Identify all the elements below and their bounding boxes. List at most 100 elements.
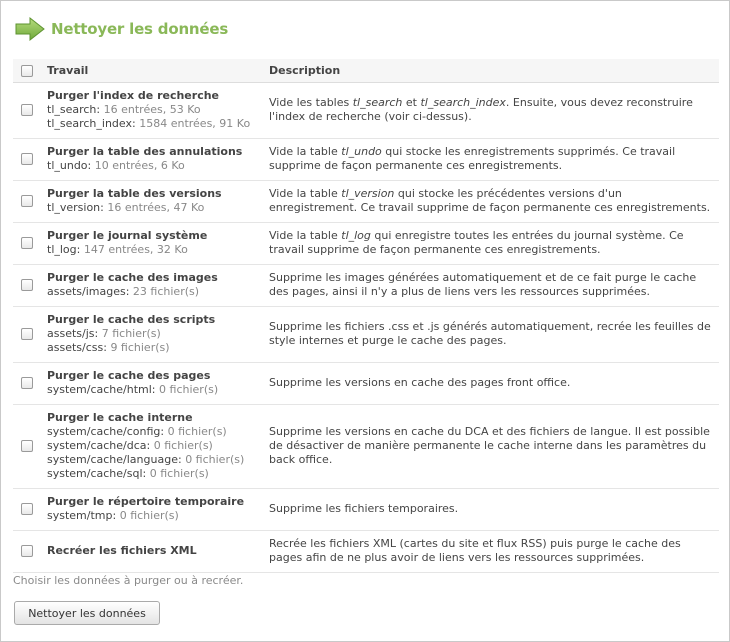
- job-stat-value: 0 fichier(s): [185, 453, 245, 466]
- description-text: Supprime les fichiers temporaires.: [269, 502, 459, 515]
- description-text: Vide la table: [269, 187, 342, 200]
- job-checkbox[interactable]: [21, 237, 33, 249]
- job-name: Purger le cache des pages: [47, 369, 211, 382]
- page-title: Nettoyer les données: [51, 20, 229, 38]
- table-row: Purger la table des annulations tl_undo: …: [13, 138, 719, 181]
- job-stat-line: system/cache/dca: 0 fichier(s): [47, 439, 257, 453]
- job-name: Recréer les fichiers XML: [47, 544, 197, 557]
- job-stat-line: assets/css: 9 fichier(s): [47, 341, 257, 355]
- table-row: Purger le cache des pages system/cache/ht…: [13, 362, 719, 405]
- job-stat-value: 16 entrées, 53 Ko: [103, 103, 201, 116]
- job-stat-line: system/cache/html: 0 fichier(s): [47, 383, 257, 397]
- job-cell: Purger le cache interne system/cache/conf…: [41, 404, 263, 489]
- job-stat-line: system/cache/config: 0 fichier(s): [47, 425, 257, 439]
- job-checkbox[interactable]: [21, 377, 33, 389]
- job-checkbox[interactable]: [21, 153, 33, 165]
- job-stat-value: 147 entrées, 32 Ko: [83, 243, 188, 256]
- table-header-row: Travail Description: [13, 59, 719, 83]
- job-cell: Purger l'index de recherche tl_search: 16…: [41, 82, 263, 139]
- job-stat-key: tl_undo:: [47, 159, 92, 172]
- job-description: Vide la table tl_version qui stocke les …: [263, 180, 719, 223]
- job-checkbox[interactable]: [21, 104, 33, 116]
- job-stat-line: system/cache/sql: 0 fichier(s): [47, 467, 257, 481]
- row-checkbox-cell: [13, 404, 41, 489]
- job-checkbox[interactable]: [21, 440, 33, 452]
- job-description: Vide la table tl_log qui enregistre tout…: [263, 222, 719, 265]
- job-name: Purger le cache des scripts: [47, 313, 216, 326]
- job-checkbox[interactable]: [21, 195, 33, 207]
- job-cell: Purger la table des versions tl_version: …: [41, 180, 263, 223]
- row-checkbox-cell: [13, 138, 41, 181]
- table-name-ref: tl_version: [341, 187, 395, 200]
- description-text: Recrée les fichiers XML (cartes du site …: [269, 537, 681, 564]
- job-stat-line: system/tmp: 0 fichier(s): [47, 509, 257, 523]
- job-stat-line: tl_undo: 10 entrées, 6 Ko: [47, 159, 257, 173]
- job-name: Purger l'index de recherche: [47, 89, 220, 102]
- row-checkbox-cell: [13, 180, 41, 223]
- job-cell: Purger le répertoire temporaire system/tm…: [41, 488, 263, 531]
- table-row: Purger la table des versions tl_version: …: [13, 180, 719, 223]
- description-text: et: [402, 96, 421, 109]
- job-description: Vide les tables tl_search et tl_search_i…: [263, 82, 719, 139]
- select-all-checkbox[interactable]: [21, 64, 33, 77]
- job-stat-line: assets/js: 7 fichier(s): [47, 327, 257, 341]
- job-name: Purger le répertoire temporaire: [47, 495, 245, 508]
- job-stat-key: system/cache/language:: [47, 453, 182, 466]
- job-checkbox[interactable]: [21, 279, 33, 291]
- row-checkbox-cell: [13, 488, 41, 531]
- description-text: Supprime les versions en cache des pages…: [269, 376, 571, 389]
- job-stat-value: 0 fichier(s): [153, 439, 213, 452]
- maintenance-panel: Nettoyer les données Travail Description…: [0, 0, 730, 642]
- job-description: Supprime les versions en cache des pages…: [263, 362, 719, 405]
- job-stat-value: 0 fichier(s): [159, 383, 219, 396]
- table-name-ref: tl_log: [341, 229, 371, 242]
- job-stat-value: 0 fichier(s): [119, 509, 179, 522]
- job-stat-key: tl_search_index:: [47, 117, 136, 130]
- row-checkbox-cell: [13, 306, 41, 363]
- job-name: Purger la table des versions: [47, 187, 222, 200]
- table-row: Purger le cache interne system/cache/conf…: [13, 404, 719, 489]
- table-row: Recréer les fichiers XML Recrée les fichi…: [13, 530, 719, 573]
- job-cell: Purger le cache des scripts assets/js: 7 …: [41, 306, 263, 363]
- panel-header: Nettoyer les données: [15, 15, 228, 43]
- job-stat-key: system/cache/dca:: [47, 439, 151, 452]
- job-description: Supprime les images générées automatique…: [263, 264, 719, 307]
- description-text: Vide la table: [269, 145, 342, 158]
- job-stat-value: 7 fichier(s): [101, 327, 161, 340]
- job-cell: Purger le journal système tl_log: 147 ent…: [41, 222, 263, 265]
- job-cell: Recréer les fichiers XML: [41, 530, 263, 573]
- jobs-table: Travail Description Purger l'index de re…: [13, 59, 719, 573]
- job-stat-key: system/cache/html:: [47, 383, 156, 396]
- job-name: Purger la table des annulations: [47, 145, 243, 158]
- clean-data-button[interactable]: Nettoyer les données: [14, 601, 160, 625]
- job-column-header: Travail: [41, 59, 263, 83]
- row-checkbox-cell: [13, 82, 41, 139]
- job-stat-key: tl_search:: [47, 103, 101, 116]
- job-stat-key: assets/images:: [47, 285, 130, 298]
- table-name-ref: tl_undo: [341, 145, 382, 158]
- job-stat-line: tl_log: 147 entrées, 32 Ko: [47, 243, 257, 257]
- job-name: Purger le cache interne: [47, 411, 193, 424]
- description-column-header: Description: [263, 59, 719, 83]
- job-description: Supprime les fichiers temporaires.: [263, 488, 719, 531]
- table-row: Purger le répertoire temporaire system/tm…: [13, 488, 719, 531]
- job-stat-line: tl_search_index: 1584 entrées, 91 Ko: [47, 117, 257, 131]
- job-checkbox[interactable]: [21, 545, 33, 557]
- row-checkbox-cell: [13, 222, 41, 265]
- job-stat-value: 0 fichier(s): [167, 425, 227, 438]
- table-row: Purger l'index de recherche tl_search: 16…: [13, 82, 719, 139]
- job-stat-line: assets/images: 23 fichier(s): [47, 285, 257, 299]
- job-cell: Purger le cache des pages system/cache/ht…: [41, 362, 263, 405]
- job-checkbox[interactable]: [21, 328, 33, 340]
- job-stat-key: assets/css:: [47, 341, 107, 354]
- row-checkbox-cell: [13, 530, 41, 573]
- description-text: Supprime les fichiers .css et .js généré…: [269, 320, 711, 347]
- job-description: Vide la table tl_undo qui stocke les enr…: [263, 138, 719, 181]
- job-name: Purger le journal système: [47, 229, 208, 242]
- row-checkbox-cell: [13, 362, 41, 405]
- job-stat-line: tl_search: 16 entrées, 53 Ko: [47, 103, 257, 117]
- job-description: Supprime les fichiers .css et .js généré…: [263, 306, 719, 363]
- job-stat-value: 0 fichier(s): [149, 467, 209, 480]
- job-checkbox[interactable]: [21, 503, 33, 515]
- job-name: Purger le cache des images: [47, 271, 218, 284]
